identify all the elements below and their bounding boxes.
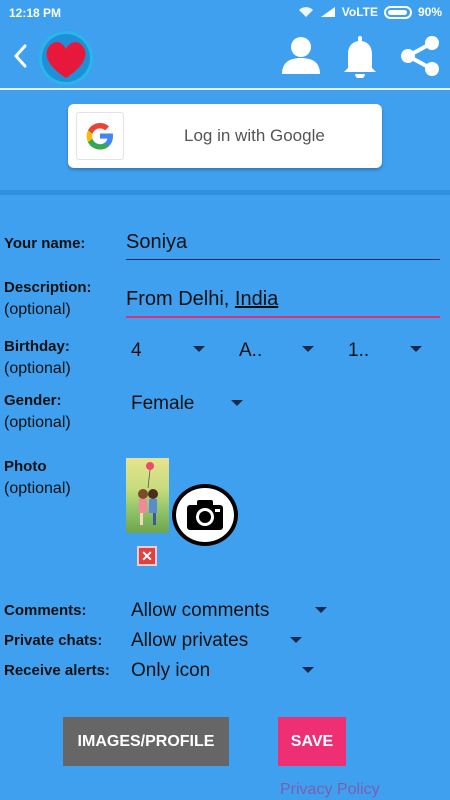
- chevron-down-icon: [231, 400, 243, 406]
- heart-logo: [39, 31, 93, 85]
- google-login-button[interactable]: Log in with Google: [68, 104, 382, 168]
- wifi-icon: [298, 7, 313, 17]
- birthday-month-select[interactable]: A..: [239, 340, 262, 362]
- privacy-policy-link[interactable]: Privacy Policy: [280, 781, 380, 799]
- photo-label: Photo (optional): [4, 458, 71, 497]
- chevron-down-icon: [315, 607, 327, 613]
- private-chats-label: Private chats:: [4, 632, 103, 649]
- app-bar: [0, 26, 450, 88]
- comments-select[interactable]: Allow comments: [131, 600, 269, 622]
- delete-photo-icon[interactable]: ✕: [137, 546, 157, 566]
- camera-icon: [187, 500, 223, 530]
- chevron-down-icon: [193, 346, 205, 352]
- divider: [0, 88, 450, 90]
- camera-button[interactable]: [172, 484, 238, 546]
- description-input[interactable]: From Delhi, India: [126, 288, 440, 311]
- share-icon[interactable]: [398, 34, 442, 78]
- comments-label: Comments:: [4, 602, 87, 619]
- alerts-label: Receive alerts:: [4, 662, 110, 679]
- private-chats-select[interactable]: Allow privates: [131, 630, 248, 652]
- name-input[interactable]: Soniya: [126, 231, 440, 254]
- chevron-down-icon: [410, 346, 422, 352]
- alerts-select[interactable]: Only icon: [131, 660, 210, 682]
- battery-icon: [383, 5, 412, 19]
- network-label: VoLTE: [341, 5, 378, 19]
- bell-icon[interactable]: [340, 34, 380, 78]
- gender-label: Gender: (optional): [4, 392, 71, 431]
- back-arrow-icon[interactable]: [10, 38, 30, 74]
- gender-select[interactable]: Female: [131, 393, 194, 415]
- birthday-year-select[interactable]: 1..: [348, 340, 369, 362]
- save-button[interactable]: SAVE: [278, 717, 346, 766]
- status-bar: 12:18 PM VoLTE 90%: [0, 0, 450, 26]
- section-divider: [0, 190, 450, 195]
- description-text: From Delhi, India: [126, 288, 279, 310]
- images-profile-button[interactable]: IMAGES/PROFILE: [63, 717, 229, 766]
- description-underline: [126, 316, 440, 318]
- description-label: Description: (optional): [4, 279, 92, 318]
- chevron-down-icon: [290, 637, 302, 643]
- signal-icon: [320, 7, 335, 17]
- name-underline: [126, 259, 440, 260]
- user-icon[interactable]: [280, 34, 322, 76]
- birthday-day-select[interactable]: 4: [131, 340, 142, 362]
- birthday-label: Birthday: (optional): [4, 338, 71, 377]
- status-right: VoLTE 90%: [298, 5, 442, 19]
- chevron-down-icon: [302, 667, 314, 673]
- google-logo-icon: [76, 112, 124, 160]
- battery-percent: 90%: [417, 5, 442, 19]
- name-label: Your name:: [4, 235, 86, 252]
- google-login-label: Log in with Google: [184, 126, 325, 145]
- chevron-down-icon: [302, 346, 314, 352]
- status-time: 12:18 PM: [9, 6, 62, 20]
- profile-photo[interactable]: [126, 458, 169, 533]
